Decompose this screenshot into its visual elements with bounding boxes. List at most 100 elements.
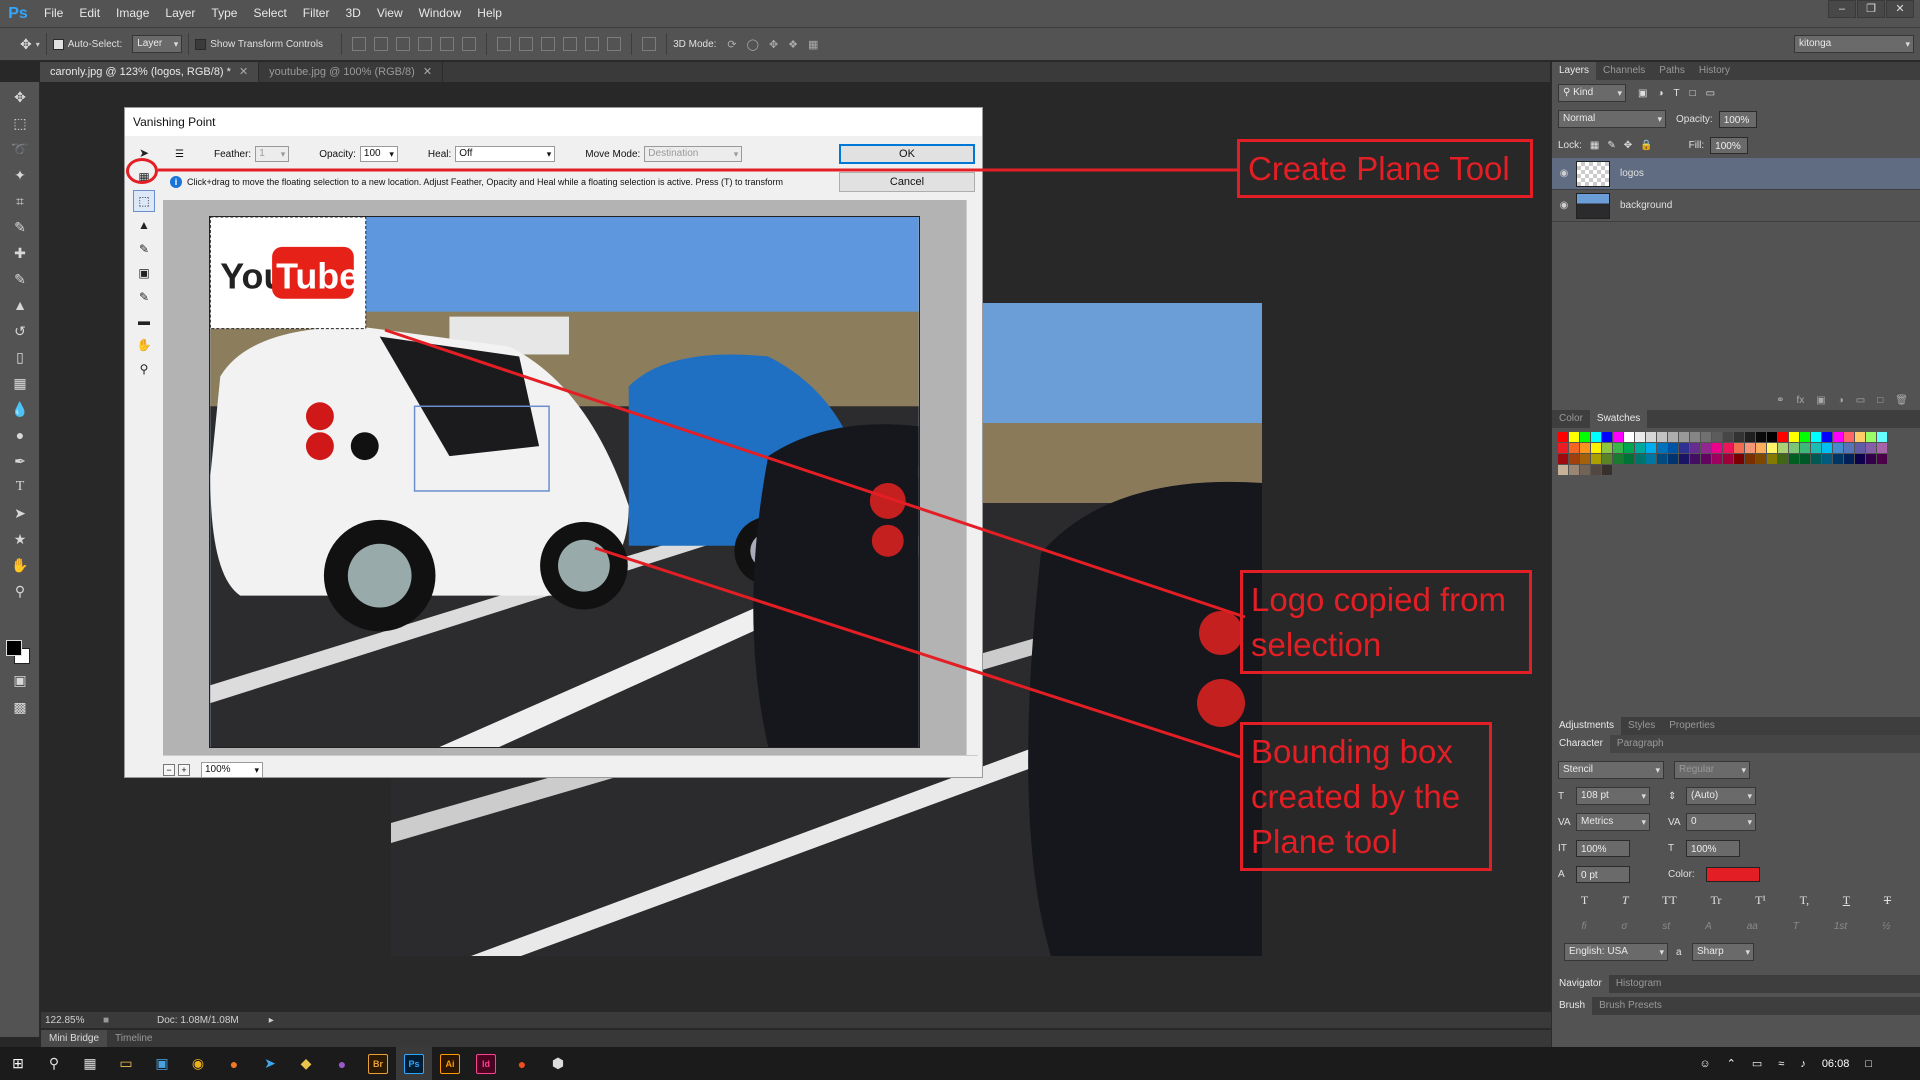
filter-smart-icon[interactable]: ▭: [1706, 88, 1715, 99]
mask-icon[interactable]: ▣: [1816, 395, 1825, 406]
swatch[interactable]: [1811, 432, 1821, 442]
swatch[interactable]: [1613, 432, 1623, 442]
blend-mode-dropdown[interactable]: Normal: [1558, 110, 1666, 128]
heal-dropdown[interactable]: Off: [455, 146, 556, 162]
swatch[interactable]: [1767, 454, 1777, 464]
zoom-dropdown[interactable]: 100%: [201, 762, 263, 778]
auto-select-dropdown[interactable]: Layer: [132, 35, 183, 53]
bridge-app-icon[interactable]: Br: [360, 1047, 396, 1080]
filter-adjust-icon[interactable]: ◑: [1657, 88, 1663, 99]
swatch[interactable]: [1822, 443, 1832, 453]
tab-character[interactable]: Character: [1552, 735, 1610, 753]
crop-tool-icon[interactable]: ⌗: [7, 190, 33, 212]
swatch[interactable]: [1866, 454, 1876, 464]
menu-view[interactable]: View: [369, 0, 411, 27]
swatch[interactable]: [1580, 443, 1590, 453]
swatch[interactable]: [1602, 432, 1612, 442]
swatch[interactable]: [1635, 432, 1645, 442]
notifications-icon[interactable]: □: [1865, 1058, 1872, 1070]
swatch[interactable]: [1668, 432, 1678, 442]
auto-select-checkbox[interactable]: [52, 38, 64, 50]
windows-start-icon[interactable]: ⊞: [0, 1047, 36, 1080]
swatch[interactable]: [1833, 454, 1843, 464]
battery-icon[interactable]: ▭: [1752, 1057, 1762, 1070]
3d-pan-icon[interactable]: ✥: [769, 38, 778, 51]
swatch[interactable]: [1690, 432, 1700, 442]
blur-tool-icon[interactable]: 💧: [7, 398, 33, 420]
tab-swatches[interactable]: Swatches: [1589, 410, 1648, 428]
3d-roll-icon[interactable]: ◯: [747, 38, 759, 51]
adjustment-icon[interactable]: ◑: [1838, 395, 1844, 406]
swatch[interactable]: [1613, 443, 1623, 453]
lasso-tool-icon[interactable]: ➰: [7, 138, 33, 160]
swatch[interactable]: [1558, 443, 1568, 453]
tab-layers[interactable]: Layers: [1552, 62, 1597, 80]
menu-edit[interactable]: Edit: [71, 0, 108, 27]
swatch[interactable]: [1701, 432, 1711, 442]
vertical-scale-input[interactable]: 100%: [1576, 839, 1630, 857]
people-icon[interactable]: ☺: [1699, 1058, 1710, 1070]
volume-icon[interactable]: ♪: [1800, 1058, 1806, 1070]
swatch[interactable]: [1591, 465, 1601, 475]
fill-input[interactable]: 100%: [1710, 136, 1749, 154]
brush-tool-icon[interactable]: ✎: [133, 238, 155, 260]
tab-paragraph[interactable]: Paragraph: [1610, 735, 1671, 753]
distribute-bottom-icon[interactable]: [541, 37, 556, 51]
git-icon[interactable]: ◆: [288, 1047, 324, 1080]
tab-youtube[interactable]: youtube.jpg @ 100% (RGB/8) ✕: [259, 62, 444, 82]
stamp-tool-icon[interactable]: ▲: [133, 214, 155, 236]
auto-align-icon[interactable]: [642, 37, 657, 51]
tab-history[interactable]: History: [1692, 62, 1737, 80]
transform-tool-icon[interactable]: ▣: [133, 262, 155, 284]
swatch[interactable]: [1712, 432, 1722, 442]
strikethrough-button[interactable]: T: [1884, 893, 1891, 908]
align-right-icon[interactable]: [462, 37, 477, 51]
file-explorer-icon[interactable]: ▭: [108, 1047, 144, 1080]
swatch[interactable]: [1580, 432, 1590, 442]
swatch[interactable]: [1833, 432, 1843, 442]
distribute-top-icon[interactable]: [497, 37, 512, 51]
menu-filter[interactable]: Filter: [295, 0, 338, 27]
trash-icon[interactable]: 🗑: [1895, 395, 1908, 406]
hand-tool-icon[interactable]: ✋: [7, 554, 33, 576]
old-style-button[interactable]: σ: [1621, 921, 1627, 932]
screen-mode-icon[interactable]: ▩: [7, 696, 33, 718]
tab-histogram[interactable]: Histogram: [1609, 975, 1669, 993]
layer-row[interactable]: ◉ logos: [1552, 158, 1920, 190]
swatch[interactable]: [1635, 454, 1645, 464]
menu-select[interactable]: Select: [245, 0, 294, 27]
visibility-eye-icon[interactable]: ◉: [1552, 200, 1576, 211]
opacity-input[interactable]: 100%: [1718, 110, 1757, 128]
filter-shape-icon[interactable]: □: [1690, 88, 1696, 99]
swatch[interactable]: [1701, 443, 1711, 453]
discretionary-ligatures-button[interactable]: st: [1662, 921, 1670, 932]
new-layer-icon[interactable]: □: [1877, 395, 1883, 406]
swatch[interactable]: [1679, 443, 1689, 453]
chevron-right-icon[interactable]: ▸: [269, 1015, 274, 1026]
swatch[interactable]: [1789, 443, 1799, 453]
visibility-eye-icon[interactable]: ◉: [1552, 168, 1576, 179]
swatch[interactable]: [1558, 454, 1568, 464]
restore-button[interactable]: ❐: [1857, 0, 1885, 18]
3d-rotate-icon[interactable]: ⟳: [727, 38, 736, 51]
options-menu-icon[interactable]: ☰: [175, 149, 184, 160]
clone-stamp-tool-icon[interactable]: ▲: [7, 294, 33, 316]
tab-adjustments[interactable]: Adjustments: [1552, 717, 1622, 735]
language-dropdown[interactable]: English: USA: [1564, 943, 1668, 961]
swatch[interactable]: [1646, 432, 1656, 442]
kerning-dropdown[interactable]: Metrics: [1576, 813, 1650, 831]
gradient-tool-icon[interactable]: ▦: [7, 372, 33, 394]
tab-properties[interactable]: Properties: [1662, 717, 1722, 735]
menu-layer[interactable]: Layer: [157, 0, 203, 27]
swatch[interactable]: [1844, 443, 1854, 453]
history-brush-tool-icon[interactable]: ↺: [7, 320, 33, 342]
zoom-tool-icon[interactable]: ⚲: [133, 358, 155, 380]
swatch[interactable]: [1569, 454, 1579, 464]
align-top-icon[interactable]: [352, 37, 367, 51]
horizontal-scale-input[interactable]: 100%: [1686, 839, 1740, 857]
close-icon[interactable]: ✕: [239, 66, 248, 78]
swatch[interactable]: [1624, 443, 1634, 453]
underline-button[interactable]: T: [1843, 893, 1850, 908]
swatch[interactable]: [1646, 443, 1656, 453]
tab-mini-bridge[interactable]: Mini Bridge: [41, 1030, 108, 1047]
